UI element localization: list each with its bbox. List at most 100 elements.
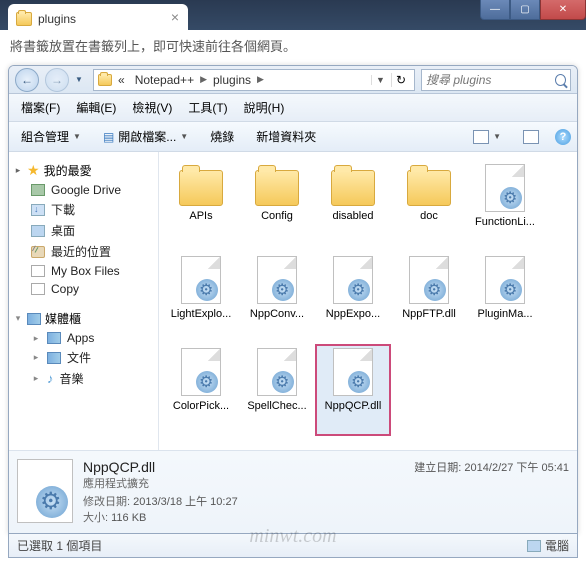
file-item[interactable]: Config	[239, 160, 315, 252]
explorer-body: ▸★我的最愛 Google Drive 下載 桌面 最近的位置 My Box F…	[9, 152, 577, 450]
file-item[interactable]: NppQCP.dll	[315, 344, 391, 436]
sidebar-item-copy[interactable]: Copy	[13, 280, 154, 298]
details-pane: NppQCP.dll 應用程式擴充 修改日期: 2013/3/18 上午 10:…	[9, 450, 577, 533]
file-label: PluginMa...	[469, 308, 541, 321]
file-item[interactable]: SpellChec...	[239, 344, 315, 436]
gear-icon	[196, 371, 218, 393]
details-modified: 修改日期: 2013/3/18 上午 10:27	[83, 493, 404, 509]
gear-icon	[500, 279, 522, 301]
library-icon	[27, 313, 41, 325]
status-location: 電腦	[527, 537, 569, 554]
file-item[interactable]: NppFTP.dll	[391, 252, 467, 344]
file-label: APIs	[165, 210, 237, 223]
preview-pane-button[interactable]	[517, 128, 545, 146]
file-pane[interactable]: APIsConfigdisableddocFunctionLi... LightE…	[159, 152, 577, 450]
address-bar[interactable]: « Notepad++ ▶ plugins ▶ ▼ ↻	[93, 69, 415, 91]
gear-icon	[424, 279, 446, 301]
file-label: disabled	[317, 210, 389, 223]
close-button[interactable]: ✕	[540, 0, 586, 20]
bookmark-hint: 將書籤放置在書籤列上，即可快速前往各個網頁。	[0, 30, 586, 61]
computer-icon	[527, 540, 541, 552]
address-dropdown[interactable]: ▼	[371, 75, 389, 85]
new-folder-button[interactable]: 新增資料夾	[250, 126, 322, 147]
chevron-right-icon[interactable]: ▶	[257, 74, 264, 85]
gear-icon	[272, 279, 294, 301]
gear-icon	[36, 486, 68, 518]
dll-icon	[257, 256, 297, 304]
folder-icon	[331, 170, 375, 206]
status-selection: 已選取 1 個項目	[17, 537, 102, 554]
sidebar-item-gdrive[interactable]: Google Drive	[13, 181, 154, 199]
dll-icon	[485, 164, 525, 212]
file-label: NppFTP.dll	[393, 308, 465, 321]
sidebar-item-desktop[interactable]: 桌面	[13, 220, 154, 241]
explorer-window: ← → ▼ « Notepad++ ▶ plugins ▶ ▼ ↻ 檔案(F) …	[8, 65, 578, 534]
forward-button[interactable]: →	[45, 68, 69, 92]
details-created: 建立日期: 2014/2/27 下午 05:41	[414, 459, 569, 525]
folder-icon	[98, 74, 112, 86]
details-filetype: 應用程式擴充	[83, 475, 404, 491]
library-icon	[47, 332, 61, 344]
burn-button[interactable]: 燒錄	[204, 126, 240, 147]
dll-icon	[181, 348, 221, 396]
file-item[interactable]: NppConv...	[239, 252, 315, 344]
sidebar-item-downloads[interactable]: 下載	[13, 199, 154, 220]
file-item[interactable]: FunctionLi...	[467, 160, 543, 252]
breadcrumb-item[interactable]: plugins	[209, 73, 255, 87]
file-item[interactable]: APIs	[163, 160, 239, 252]
help-icon[interactable]: ?	[555, 129, 571, 145]
file-item[interactable]: NppExpo...	[315, 252, 391, 344]
menu-view[interactable]: 檢視(V)	[126, 97, 178, 118]
view-options-button[interactable]: ▼	[467, 128, 507, 146]
dll-icon	[333, 256, 373, 304]
details-filename: NppQCP.dll	[83, 459, 404, 475]
search-icon	[555, 74, 566, 86]
file-item[interactable]: ColorPick...	[163, 344, 239, 436]
download-icon	[31, 204, 45, 216]
dll-icon	[257, 348, 297, 396]
menu-file[interactable]: 檔案(F)	[15, 97, 66, 118]
file-item[interactable]: disabled	[315, 160, 391, 252]
sidebar-item-boxfiles[interactable]: My Box Files	[13, 262, 154, 280]
open-button[interactable]: ▤ 開啟檔案... ▼	[97, 126, 194, 147]
music-icon: ♪	[47, 371, 54, 386]
star-icon: ★	[27, 162, 40, 179]
toolbar: 組合管理 ▼ ▤ 開啟檔案... ▼ 燒錄 新增資料夾 ▼ ?	[9, 122, 577, 152]
menu-help[interactable]: 說明(H)	[238, 97, 291, 118]
sidebar-item-recent[interactable]: 最近的位置	[13, 241, 154, 262]
maximize-button[interactable]: ▢	[510, 0, 540, 20]
gear-icon	[272, 371, 294, 393]
breadcrumb-item[interactable]: Notepad++	[131, 73, 198, 87]
file-label: NppQCP.dll	[317, 400, 389, 413]
search-input[interactable]	[426, 73, 551, 87]
close-icon[interactable]: ×	[168, 10, 182, 24]
sidebar-item-documents[interactable]: ▸文件	[13, 347, 154, 368]
file-item[interactable]: LightExplo...	[163, 252, 239, 344]
folder-icon	[255, 170, 299, 206]
file-label: NppExpo...	[317, 308, 389, 321]
window-buttons: — ▢ ✕	[480, 0, 586, 20]
file-item[interactable]: PluginMa...	[467, 252, 543, 344]
back-button[interactable]: ←	[15, 68, 39, 92]
chevron-right-icon[interactable]: ▶	[200, 74, 207, 85]
sidebar-item-music[interactable]: ▸♪音樂	[13, 368, 154, 389]
desktop-icon	[31, 225, 45, 237]
sidebar-favorites[interactable]: ▸★我的最愛	[13, 160, 154, 181]
file-label: ColorPick...	[165, 400, 237, 413]
search-box[interactable]	[421, 69, 571, 91]
organize-button[interactable]: 組合管理 ▼	[15, 126, 87, 147]
menu-edit[interactable]: 編輯(E)	[70, 97, 122, 118]
sidebar-libraries[interactable]: ▾媒體櫃	[13, 308, 154, 329]
menu-tools[interactable]: 工具(T)	[182, 97, 233, 118]
file-item[interactable]: doc	[391, 160, 467, 252]
refresh-button[interactable]: ↻	[391, 73, 410, 87]
browser-tab[interactable]: plugins ×	[8, 4, 188, 30]
sidebar-item-apps[interactable]: ▸Apps	[13, 329, 154, 347]
file-icon	[31, 283, 45, 295]
library-icon	[47, 352, 61, 364]
nav-history-dropdown[interactable]: ▼	[75, 75, 87, 84]
dll-icon	[181, 256, 221, 304]
breadcrumb-root[interactable]: «	[114, 73, 129, 87]
minimize-button[interactable]: —	[480, 0, 510, 20]
file-icon	[31, 265, 45, 277]
